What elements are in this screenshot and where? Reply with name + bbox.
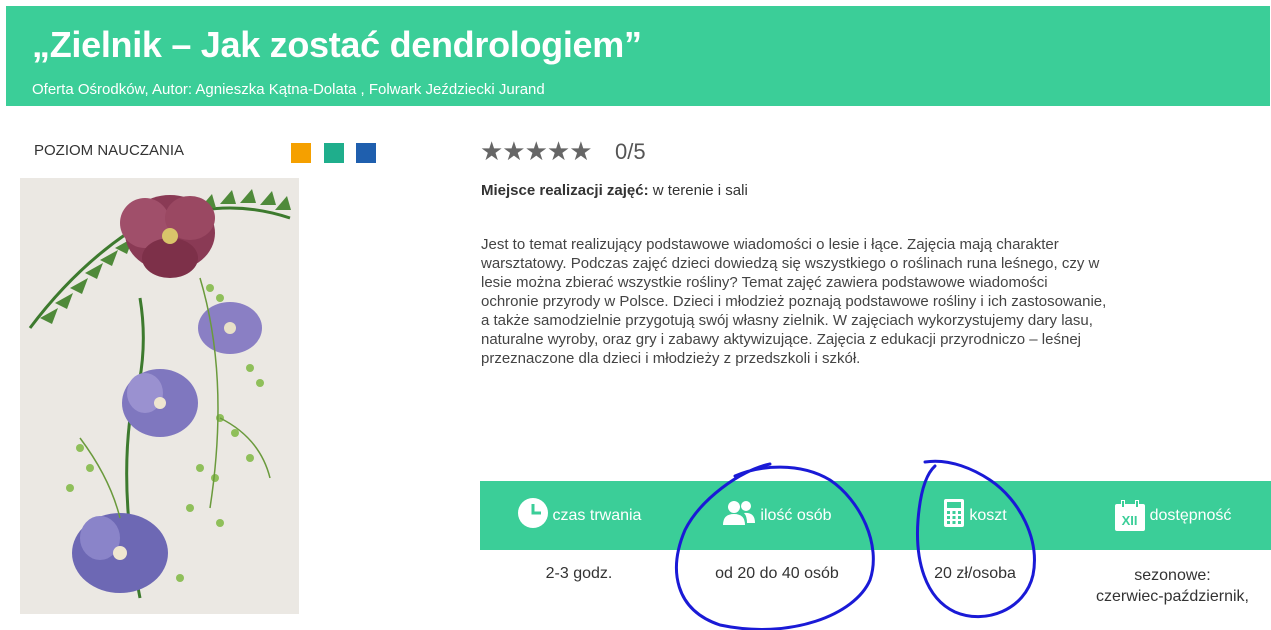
duration-value: 2-3 godz.: [545, 565, 613, 582]
calendar-icon: XII: [1114, 499, 1146, 532]
level-square-teal: [324, 143, 344, 163]
place-info: Miejsce realizacji zajęć: w terenie i sa…: [481, 182, 748, 199]
clock-icon: [517, 497, 553, 534]
availability-label: dostępność: [1149, 506, 1232, 524]
level-square-blue: [356, 143, 376, 163]
description-line: Jest to temat realizujący podstawowe wia…: [481, 236, 1059, 253]
availability-value: sezonowe: czerwiec-październik,: [1074, 565, 1271, 607]
description-line: warsztatowy. Podczas zajęć dzieci dowied…: [481, 255, 1100, 272]
description-line: ochronie przyrody w Polsce. Dzieci i mło…: [481, 293, 1107, 310]
availability-header: XII dostępność: [1074, 481, 1271, 550]
cost-value: 20 zł/osoba: [934, 565, 1016, 582]
description-line: przeznaczone dla dzieci i młodzieży z pr…: [481, 350, 861, 367]
place-label: Miejsce realizacji zajęć:: [481, 182, 649, 199]
availability-value-line: sezonowe:: [1134, 567, 1211, 584]
cost-label: koszt: [969, 506, 1007, 524]
people-value: od 20 do 40 osób: [715, 565, 839, 582]
info-bar: czas trwania ilość osób koszt XII dostęp…: [480, 481, 1271, 550]
place-value: w terenie i sali: [648, 182, 748, 199]
description-line: lesie można zbierać wszystkie rośliny? T…: [481, 274, 1048, 291]
description-line: a także samodzielnie przygotują swój wła…: [481, 312, 1093, 329]
people-icon: [722, 499, 760, 532]
rating-stars[interactable]: ★★★★★: [480, 136, 593, 167]
teaching-level-label: POZIOM NAUCZANIA: [34, 142, 185, 159]
cost-header: koszt: [876, 481, 1074, 550]
page-subtitle: Oferta Ośrodków, Autor: Agnieszka Kątna-…: [32, 81, 545, 98]
availability-value-line: czerwiec-październik,: [1096, 588, 1249, 605]
page-title: „Zielnik – Jak zostać dendrologiem”: [32, 24, 642, 65]
rating-value: 0/5: [615, 139, 646, 164]
description: Jest to temat realizujący podstawowe wia…: [481, 235, 1271, 368]
description-line: naturalne wyroby, oraz gry i zabawy akty…: [481, 331, 1081, 348]
herbarium-photo: [20, 178, 299, 614]
level-square-orange: [291, 143, 311, 163]
people-label: ilość osób: [760, 506, 832, 524]
calendar-month-text: XII: [1121, 512, 1138, 528]
people-header: ilość osób: [678, 481, 876, 550]
calculator-icon: [943, 498, 969, 533]
duration-header: czas trwania: [480, 481, 678, 550]
duration-label: czas trwania: [552, 506, 642, 524]
page-header: „Zielnik – Jak zostać dendrologiem” Ofer…: [6, 6, 1270, 106]
